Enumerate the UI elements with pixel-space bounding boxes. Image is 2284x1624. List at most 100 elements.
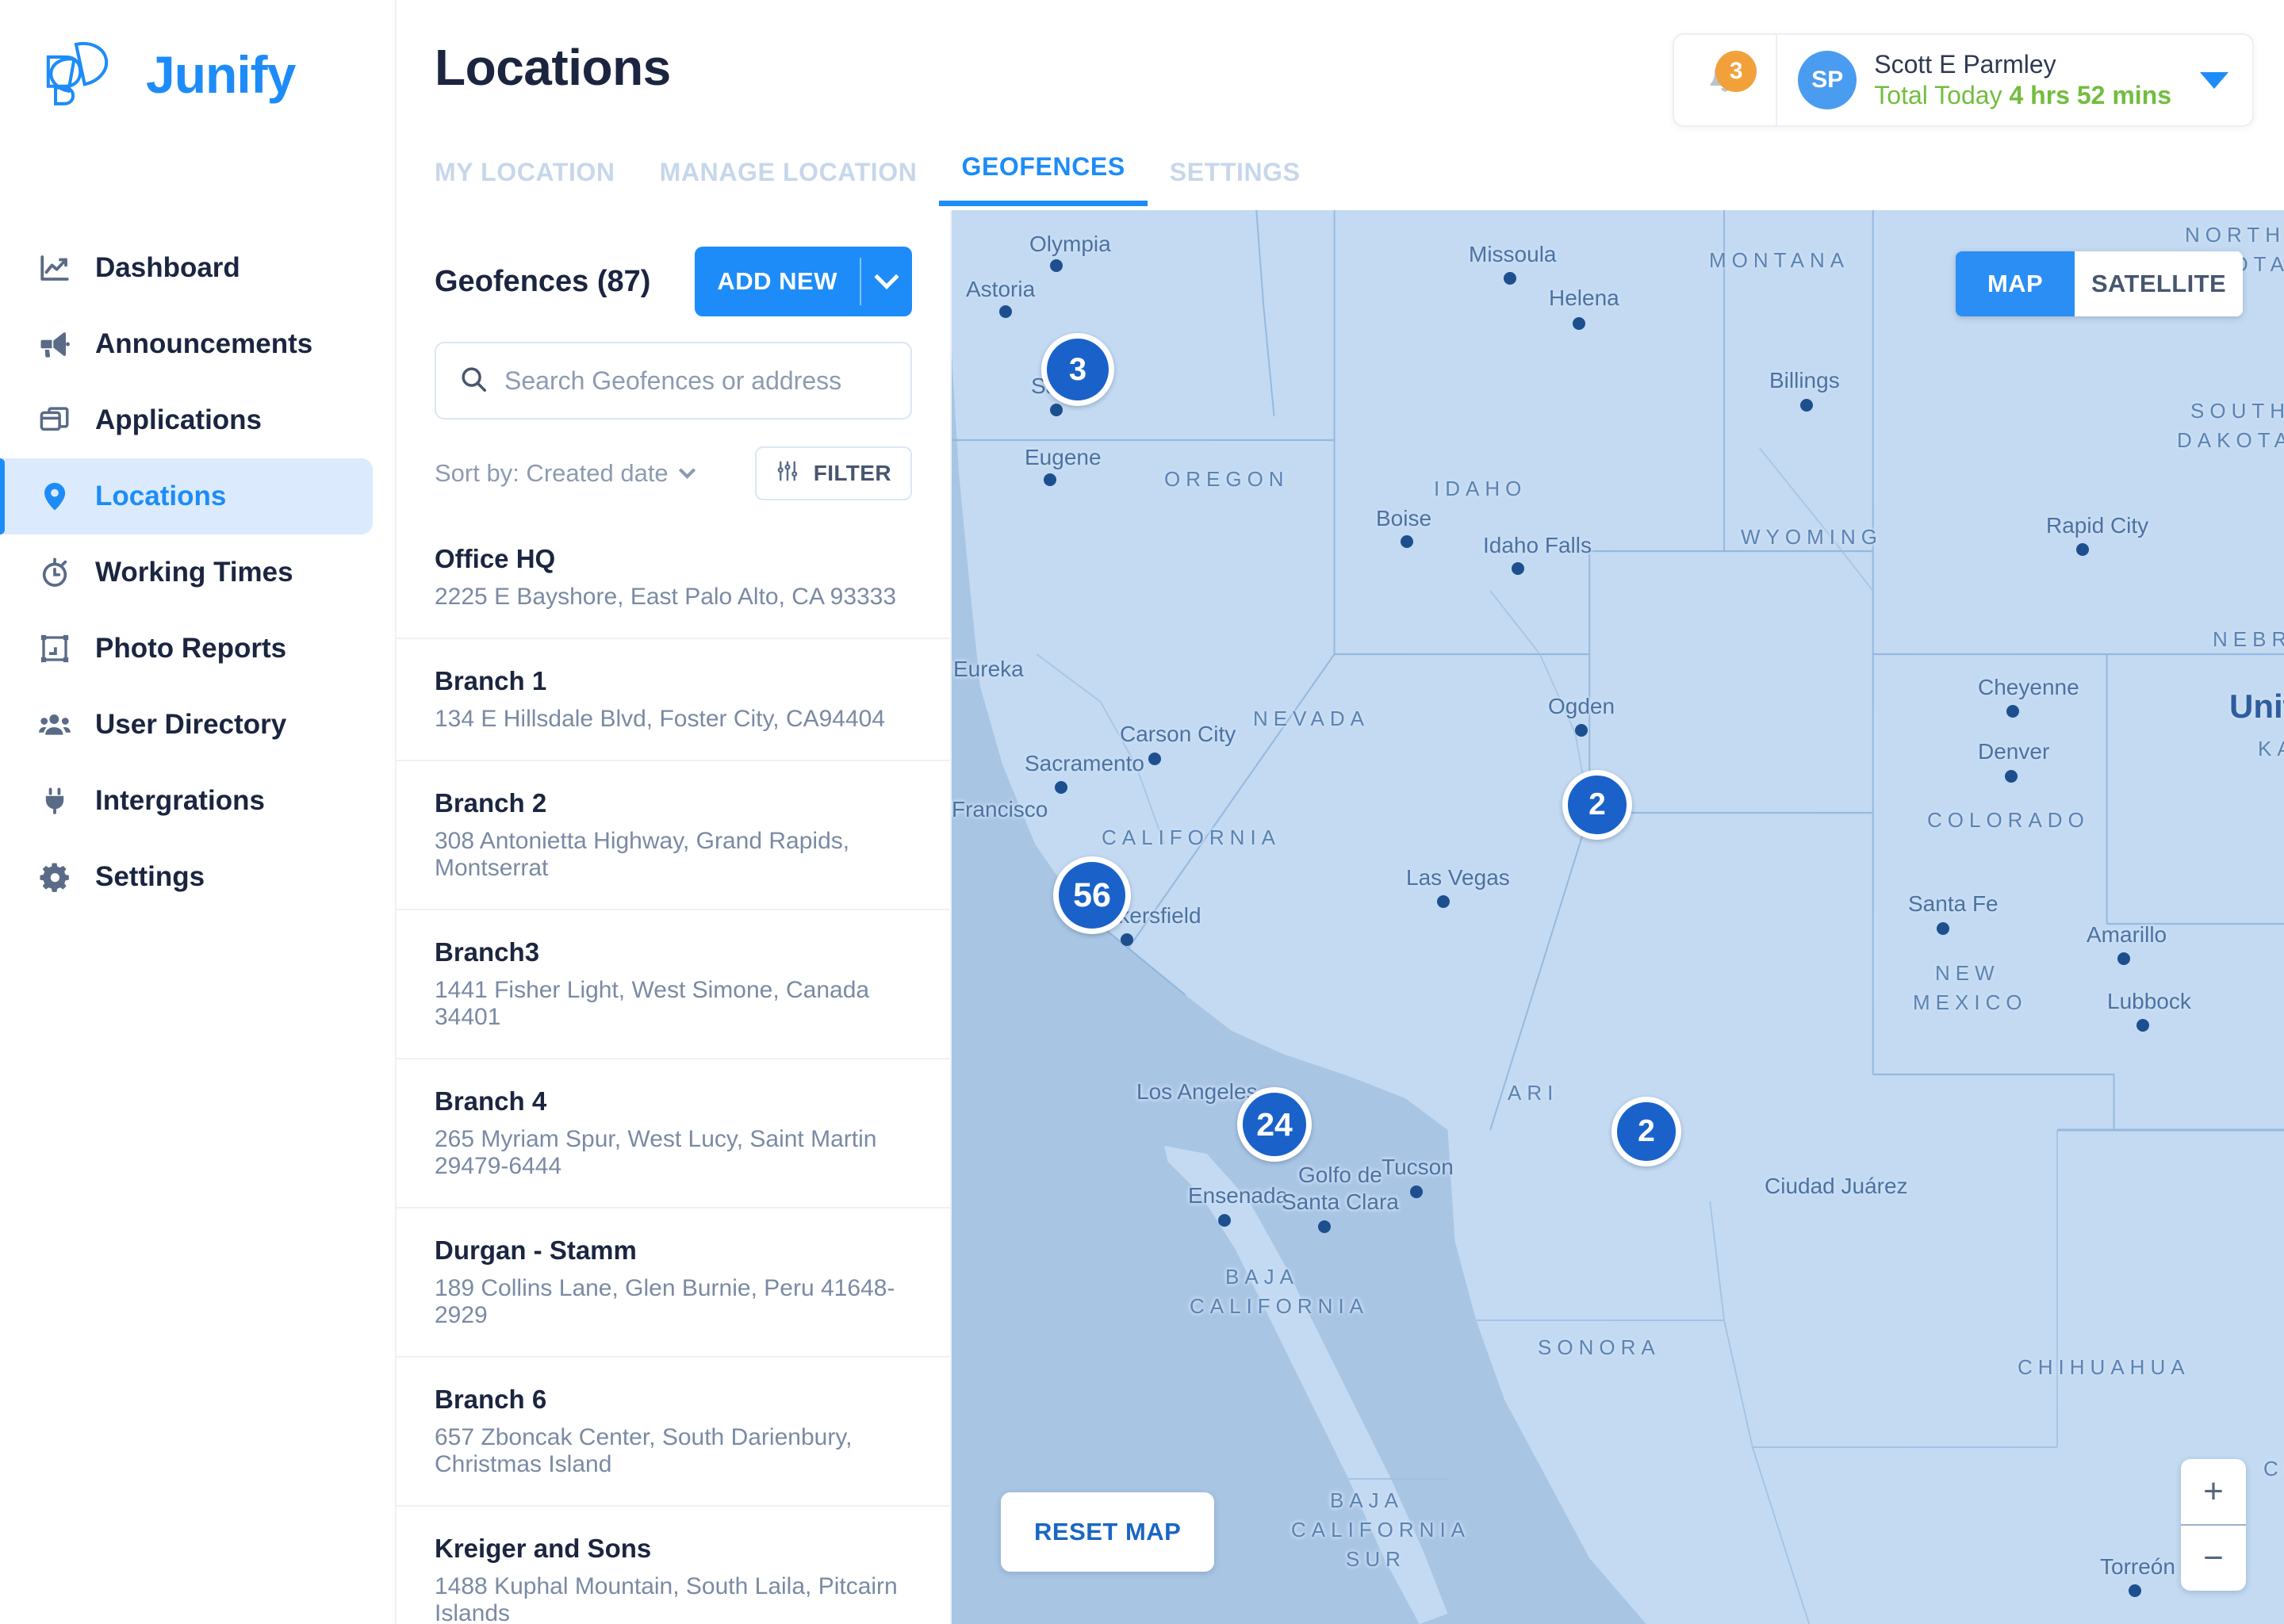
app-root: Junify Dashboard Announcements Applicati… (0, 0, 2284, 1624)
geofence-name: Branch 2 (435, 788, 547, 818)
sidebar-item-label: Settings (95, 861, 205, 892)
add-new-button[interactable]: ADD NEW (695, 247, 912, 316)
geofences-panel: Geofences (87) ADD NEW Search Geofences … (397, 210, 952, 1624)
search-icon (458, 364, 489, 398)
notification-count-badge: 3 (1715, 51, 1757, 92)
geofence-name: Branch 4 (435, 1086, 547, 1116)
sidebar-item-label: Dashboard (95, 252, 240, 283)
zoom-out-button[interactable]: − (2181, 1526, 2246, 1591)
tab-manage-location[interactable]: MANAGE LOCATION (638, 158, 940, 206)
list-item[interactable]: Durgan - Stamm 189 Collins Lane, Glen Bu… (397, 1208, 950, 1358)
sidebar-item-announcements[interactable]: Announcements (0, 306, 373, 382)
map-cluster-marker[interactable]: 24 (1237, 1087, 1312, 1162)
map-type-toggle: MAP SATELLITE (1956, 251, 2243, 316)
geofence-name: Durgan - Stamm (435, 1235, 637, 1265)
photo-frame-icon (36, 630, 73, 667)
chart-line-icon (36, 250, 73, 286)
map-cluster-marker[interactable]: 3 (1041, 333, 1114, 406)
sliders-icon (776, 459, 799, 488)
user-name: Scott E Parmley (1874, 50, 2056, 79)
user-total-today: Total Today 4 hrs 52 mins (1874, 81, 2171, 110)
geofence-list[interactable]: Office HQ 2225 E Bayshore, East Palo Alt… (397, 517, 950, 1624)
sidebar-item-applications[interactable]: Applications (0, 382, 373, 458)
megaphone-icon (36, 326, 73, 362)
sidebar-item-label: Photo Reports (95, 633, 287, 664)
total-today-label: Total Today (1874, 81, 2002, 109)
sidebar-nav: Dashboard Announcements Applications Loc… (0, 230, 395, 915)
list-item[interactable]: Branch 2 308 Antonietta Highway, Grand R… (397, 761, 950, 910)
geofence-address: 265 Myriam Spur, West Lucy, Saint Martin… (435, 1126, 877, 1179)
list-item[interactable]: Branch3 1441 Fisher Light, West Simone, … (397, 910, 950, 1059)
map-cluster-marker[interactable]: 2 (1611, 1097, 1681, 1166)
geofence-address: 1488 Kuphal Mountain, South Laila, Pitca… (435, 1573, 898, 1624)
filter-label: FILTER (813, 461, 891, 485)
map-cluster-marker[interactable]: 56 (1053, 856, 1131, 934)
reset-map-button[interactable]: RESET MAP (1001, 1492, 1215, 1572)
caret-down-icon[interactable] (2200, 71, 2228, 89)
sidebar-item-dashboard[interactable]: Dashboard (0, 230, 373, 306)
sidebar-item-label: Locations (95, 481, 227, 511)
sidebar-item-label: Intergrations (95, 785, 265, 816)
list-item[interactable]: Branch 6 657 Zboncak Center, South Darie… (397, 1358, 950, 1507)
map-base-layer (952, 210, 2284, 1624)
filter-button[interactable]: FILTER (754, 446, 912, 500)
plug-icon (36, 783, 73, 819)
add-new-label: ADD NEW (717, 267, 837, 295)
sort-by-label: Sort by: Created date (435, 459, 669, 487)
geofence-address: 308 Antonietta Highway, Grand Rapids, Mo… (435, 828, 850, 881)
geofence-address: 189 Collins Lane, Glen Burnie, Peru 4164… (435, 1275, 895, 1328)
gear-icon (36, 859, 73, 895)
list-item[interactable]: Kreiger and Sons 1488 Kuphal Mountain, S… (397, 1507, 950, 1624)
sidebar-item-label: Announcements (95, 328, 313, 359)
windows-stack-icon (36, 402, 73, 439)
sort-by-dropdown[interactable]: Sort by: Created date (435, 459, 696, 488)
tab-geofences[interactable]: GEOFENCES (939, 152, 1148, 206)
user-menu[interactable]: SP Scott E Parmley Total Today 4 hrs 52 … (1777, 35, 2252, 125)
users-group-icon (36, 707, 73, 743)
chevron-down-icon[interactable] (861, 247, 912, 316)
geofence-name: Office HQ (435, 544, 556, 573)
search-geofences-box[interactable] (435, 342, 912, 419)
search-input[interactable] (504, 366, 888, 396)
geofence-name: Kreiger and Sons (435, 1534, 652, 1563)
sidebar-item-locations[interactable]: Locations (0, 458, 373, 534)
sidebar-item-working-times[interactable]: Working Times (0, 534, 373, 611)
geofence-name: Branch 1 (435, 666, 547, 695)
sidebar-item-settings[interactable]: Settings (0, 839, 373, 915)
tab-my-location[interactable]: MY LOCATION (435, 158, 638, 206)
geofences-panel-header: Geofences (87) ADD NEW Search Geofences … (397, 210, 950, 500)
map-pin-icon (36, 478, 73, 515)
geofence-address: 134 E Hillsdale Blvd, Foster City, CA944… (435, 706, 886, 732)
map-cluster-marker[interactable]: 2 (1562, 770, 1632, 840)
geofences-count-title: Geofences (87) (435, 264, 651, 298)
sidebar-item-label: Working Times (95, 557, 293, 588)
sidebar-item-intergrations[interactable]: Intergrations (0, 763, 373, 839)
geofence-address: 1441 Fisher Light, West Simone, Canada 3… (435, 977, 870, 1030)
sidebar: Junify Dashboard Announcements Applicati… (0, 0, 397, 1624)
sidebar-item-user-directory[interactable]: User Directory (0, 687, 373, 763)
avatar: SP (1798, 51, 1857, 109)
sidebar-item-label: User Directory (95, 709, 287, 740)
main-content: Locations 3 SP Scott E Parmley Total Tod… (397, 0, 2284, 1624)
zoom-controls: + − (2181, 1459, 2246, 1591)
chevron-down-icon (678, 462, 696, 479)
geofence-address: 657 Zboncak Center, South Darienbury, Ch… (435, 1424, 853, 1477)
leaf-logo-icon (36, 38, 130, 111)
total-today-value: 4 hrs 52 mins (2009, 81, 2171, 109)
sort-filter-row: Sort by: Created date FILTER (435, 446, 912, 500)
tab-settings[interactable]: SETTINGS (1148, 158, 1323, 206)
map-canvas[interactable]: OlympiaAstoriaSalemEugeneOREGONEurekaMis… (952, 210, 2284, 1624)
notifications-button[interactable]: 3 (1674, 35, 1778, 125)
tab-bar: MY LOCATION MANAGE LOCATION GEOFENCES SE… (435, 152, 1323, 206)
list-item[interactable]: Branch 4 265 Myriam Spur, West Lucy, Sai… (397, 1059, 950, 1208)
sidebar-item-photo-reports[interactable]: Photo Reports (0, 611, 373, 687)
map-view-button[interactable]: MAP (1956, 251, 2075, 316)
list-item[interactable]: Office HQ 2225 E Bayshore, East Palo Alt… (397, 517, 950, 639)
list-item[interactable]: Branch 1 134 E Hillsdale Blvd, Foster Ci… (397, 639, 950, 761)
geofence-name: Branch 6 (435, 1385, 547, 1414)
brand[interactable]: Junify (0, 0, 395, 111)
geofence-name: Branch3 (435, 937, 540, 967)
satellite-view-button[interactable]: SATELLITE (2075, 251, 2243, 316)
geofence-address: 2225 E Bayshore, East Palo Alto, CA 9333… (435, 584, 897, 610)
zoom-in-button[interactable]: + (2181, 1459, 2246, 1524)
